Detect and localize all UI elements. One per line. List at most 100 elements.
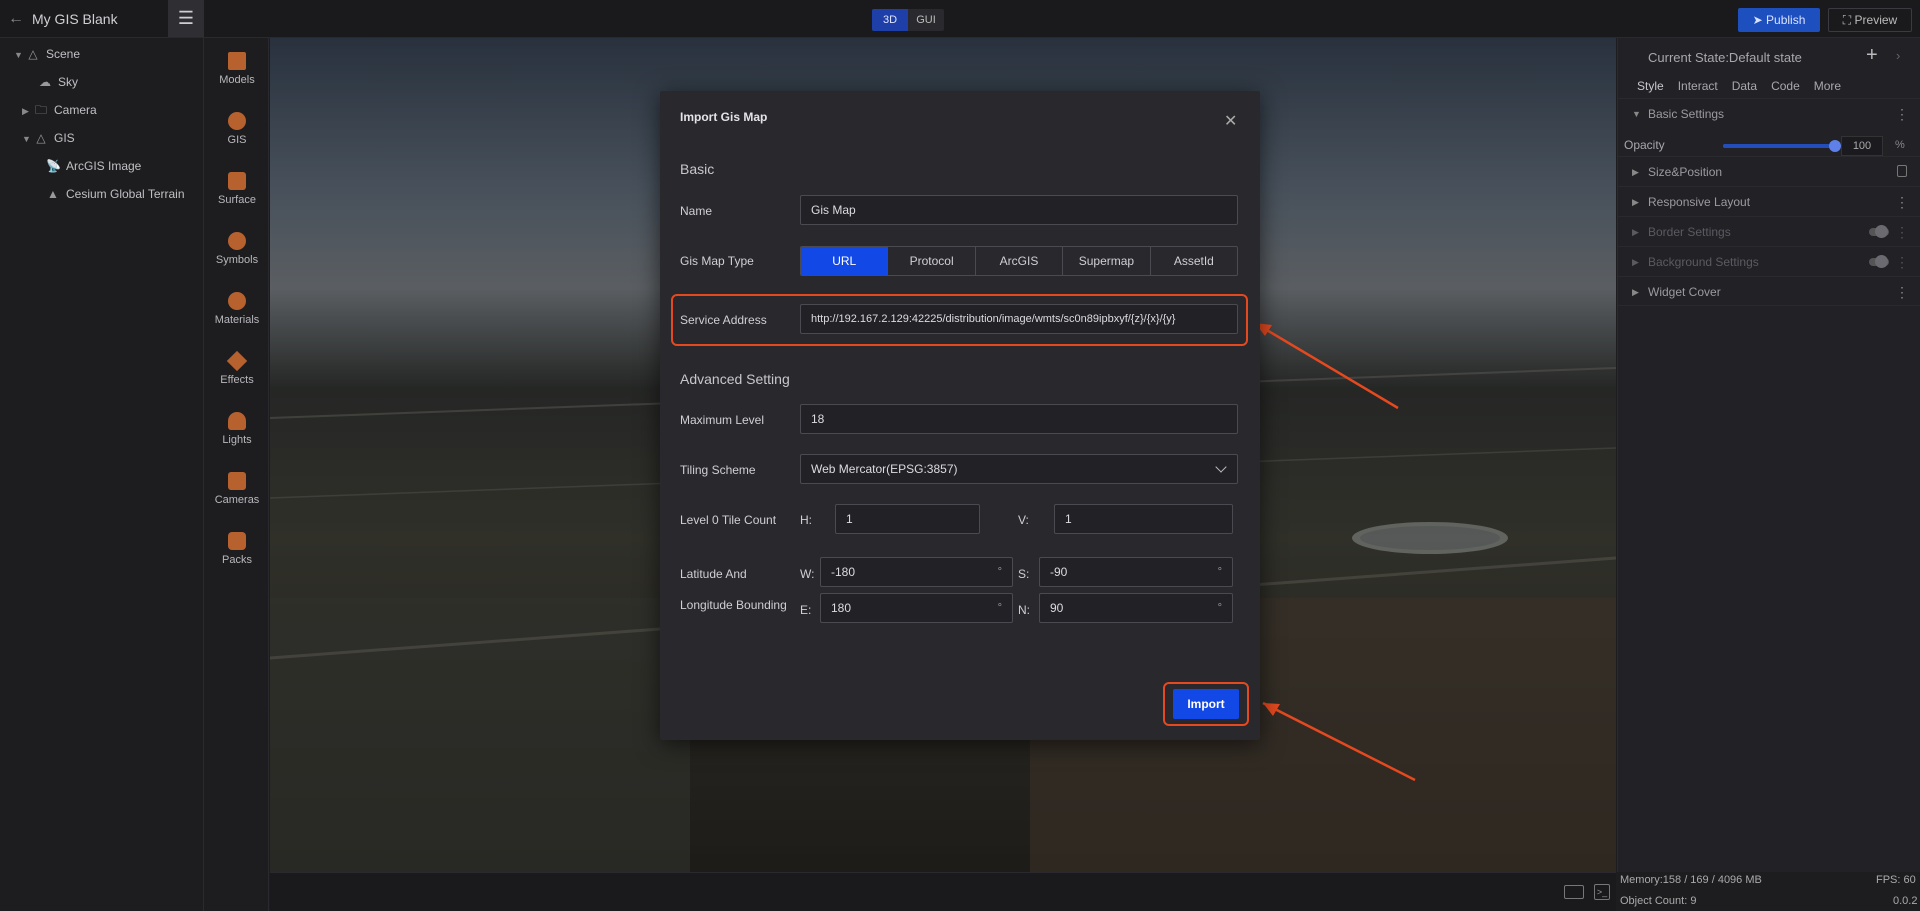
section-label: Size&Position bbox=[1648, 165, 1723, 179]
tree-item-scene[interactable]: ▼ △ Scene bbox=[14, 42, 80, 66]
asset-cameras[interactable]: Cameras bbox=[205, 462, 269, 522]
terminal-icon[interactable]: >_ bbox=[1594, 884, 1610, 900]
tree-item-gis[interactable]: ▼ △ GIS bbox=[22, 126, 75, 150]
type-assetid-option[interactable]: AssetId bbox=[1149, 247, 1237, 275]
type-protocol-option[interactable]: Protocol bbox=[887, 247, 974, 275]
more-icon[interactable]: ⋮ bbox=[1895, 187, 1909, 217]
maximum-level-label: Maximum Level bbox=[680, 413, 765, 427]
back-arrow-icon[interactable]: ← bbox=[8, 10, 26, 28]
border-toggle[interactable] bbox=[1869, 225, 1889, 238]
w-label: W: bbox=[800, 567, 815, 581]
type-url-option[interactable]: URL bbox=[801, 247, 888, 275]
background-toggle[interactable] bbox=[1869, 255, 1889, 268]
tab-style[interactable]: Style bbox=[1630, 76, 1671, 96]
tiling-scheme-select[interactable]: Web Mercator(EPSG:3857) bbox=[800, 454, 1238, 484]
caret-down-icon[interactable]: ▼ bbox=[14, 43, 26, 67]
asset-lights[interactable]: Lights bbox=[205, 402, 269, 462]
section-label: Background Settings bbox=[1648, 255, 1759, 269]
asset-label: Surface bbox=[218, 194, 256, 206]
asset-materials[interactable]: Materials bbox=[205, 282, 269, 342]
section-background-settings[interactable]: ▶ Background Settings ⋮ bbox=[1618, 246, 1920, 276]
gis-map-type-label: Gis Map Type bbox=[680, 254, 754, 268]
tree-item-label: Scene bbox=[46, 47, 81, 61]
effects-icon bbox=[226, 350, 248, 372]
tree-item-label: Cesium Global Terrain bbox=[66, 187, 185, 201]
west-input[interactable]: -180 ° bbox=[820, 557, 1013, 587]
more-icon[interactable]: ⋮ bbox=[1895, 99, 1909, 129]
opacity-slider[interactable] bbox=[1723, 140, 1841, 152]
tab-code[interactable]: Code bbox=[1764, 76, 1807, 96]
service-address-input[interactable]: http://192.167.2.129:42225/distribution/… bbox=[800, 304, 1238, 334]
gis-map-type-selector: URL Protocol ArcGIS Supermap AssetId bbox=[800, 246, 1238, 276]
mode-gui-button[interactable]: GUI bbox=[908, 9, 944, 31]
lock-icon[interactable] bbox=[1897, 165, 1907, 177]
east-input[interactable]: 180 ° bbox=[820, 593, 1013, 623]
cameras-icon bbox=[228, 472, 246, 490]
section-size-position[interactable]: ▶ Size&Position bbox=[1618, 156, 1920, 186]
terrain-icon: ▲ bbox=[47, 187, 59, 201]
type-supermap-option[interactable]: Supermap bbox=[1062, 247, 1149, 275]
memory-readout: Memory:158 / 169 / 4096 MB bbox=[1620, 874, 1762, 886]
close-icon[interactable]: ✕ bbox=[1224, 111, 1237, 131]
north-value: 90 bbox=[1050, 601, 1064, 615]
section-border-settings[interactable]: ▶ Border Settings ⋮ bbox=[1618, 216, 1920, 246]
h-input[interactable]: 1 bbox=[835, 504, 980, 534]
preview-button[interactable]: ⛶ Preview bbox=[1828, 8, 1912, 32]
satellite-icon: 📡 bbox=[46, 159, 61, 173]
import-gis-map-dialog: Import Gis Map ✕ Basic Name Gis Map Gis … bbox=[660, 91, 1260, 740]
caret-right-icon: ▶ bbox=[1632, 257, 1639, 267]
tab-data[interactable]: Data bbox=[1725, 76, 1764, 96]
asset-models[interactable]: Models bbox=[205, 42, 269, 102]
keyboard-icon[interactable] bbox=[1564, 885, 1584, 899]
section-basic-settings[interactable]: ▼ Basic Settings ⋮ bbox=[1618, 98, 1920, 128]
tree-item-sky[interactable]: ☁ Sky bbox=[38, 70, 78, 94]
type-arcgis-option[interactable]: ArcGIS bbox=[974, 247, 1062, 275]
degree-unit: ° bbox=[1217, 602, 1222, 614]
object-count: Object Count: 9 bbox=[1620, 895, 1697, 907]
section-label: Border Settings bbox=[1648, 225, 1731, 239]
tree-item-camera[interactable]: ▶ 🗀 Camera bbox=[22, 98, 97, 122]
bounding-label-line2: Longitude Bounding bbox=[680, 598, 787, 612]
degree-unit: ° bbox=[997, 566, 1002, 578]
more-icon[interactable]: ⋮ bbox=[1895, 277, 1909, 307]
import-button[interactable]: Import bbox=[1173, 689, 1239, 719]
more-icon[interactable]: ⋮ bbox=[1895, 247, 1909, 277]
v-input[interactable]: 1 bbox=[1054, 504, 1233, 534]
asset-gis[interactable]: GIS bbox=[205, 102, 269, 162]
asset-surface[interactable]: Surface bbox=[205, 162, 269, 222]
asset-symbols[interactable]: Symbols bbox=[205, 222, 269, 282]
asset-packs[interactable]: Packs bbox=[205, 522, 269, 582]
mode-3d-button[interactable]: 3D bbox=[872, 9, 908, 31]
materials-icon bbox=[228, 292, 246, 310]
tab-more[interactable]: More bbox=[1807, 76, 1848, 96]
tree-item-arcgis-image[interactable]: 📡 ArcGIS Image bbox=[46, 154, 141, 178]
caret-right-icon: ▶ bbox=[1632, 227, 1639, 237]
caret-right-icon: ▶ bbox=[1632, 287, 1639, 297]
basic-heading: Basic bbox=[680, 161, 715, 177]
more-icon[interactable]: ⋮ bbox=[1895, 217, 1909, 247]
name-input[interactable]: Gis Map bbox=[800, 195, 1238, 225]
south-input[interactable]: -90 ° bbox=[1039, 557, 1233, 587]
opacity-slider-thumb[interactable] bbox=[1829, 140, 1841, 152]
publish-button[interactable]: ➤ Publish bbox=[1738, 8, 1820, 32]
degree-unit: ° bbox=[997, 602, 1002, 614]
opacity-input[interactable]: 100 bbox=[1841, 136, 1883, 156]
packs-icon bbox=[228, 532, 246, 550]
symbols-icon bbox=[228, 232, 246, 250]
tab-interact[interactable]: Interact bbox=[1671, 76, 1725, 96]
section-responsive-layout[interactable]: ▶ Responsive Layout ⋮ bbox=[1618, 186, 1920, 216]
e-label: E: bbox=[800, 603, 812, 617]
chevron-right-icon[interactable]: › bbox=[1896, 48, 1900, 63]
asset-effects[interactable]: Effects bbox=[205, 342, 269, 402]
caret-right-icon[interactable]: ▶ bbox=[22, 99, 34, 123]
maximum-level-input[interactable]: 18 bbox=[800, 404, 1238, 434]
north-input[interactable]: 90 ° bbox=[1039, 593, 1233, 623]
caret-right-icon: ▶ bbox=[1632, 167, 1639, 177]
section-widget-cover[interactable]: ▶ Widget Cover ⋮ bbox=[1618, 276, 1920, 306]
caret-down-icon[interactable]: ▼ bbox=[22, 127, 34, 151]
tree-item-cesium-terrain[interactable]: ▲ Cesium Global Terrain bbox=[46, 182, 185, 206]
menu-icon[interactable]: ☰ bbox=[168, 0, 204, 37]
globe-icon bbox=[228, 112, 246, 130]
h-label: H: bbox=[800, 513, 812, 527]
add-state-icon[interactable]: + bbox=[1866, 44, 1878, 67]
